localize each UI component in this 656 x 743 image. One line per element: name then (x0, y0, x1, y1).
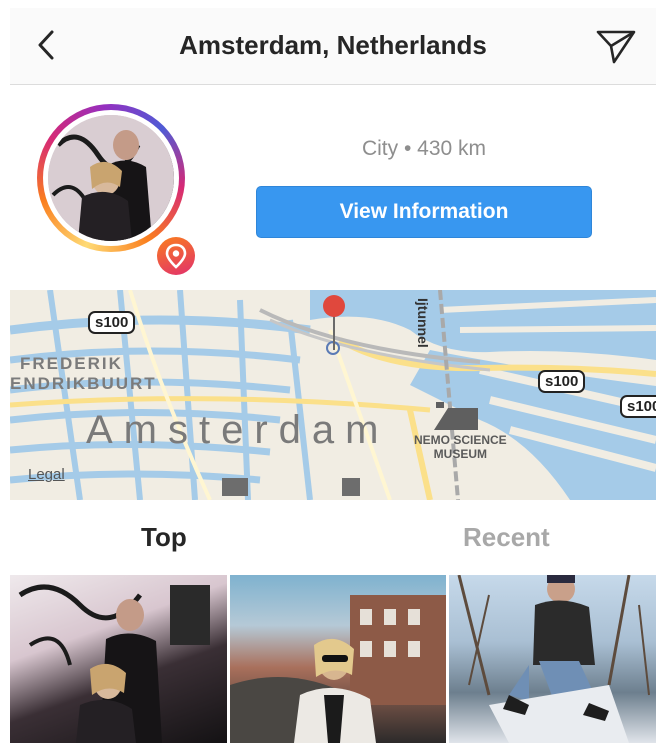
location-pin-icon (165, 243, 187, 269)
district-label: ENDRIKBUURT (10, 374, 157, 393)
location-meta: City • 430 km (361, 137, 487, 160)
post-thumbnail[interactable] (449, 575, 656, 743)
legal-link[interactable]: Legal (28, 466, 65, 483)
share-button[interactable] (594, 26, 638, 66)
story-ring[interactable] (37, 104, 198, 278)
city-map-label: Amsterdam (86, 408, 390, 452)
post-grid (10, 575, 656, 743)
tab-recent[interactable]: Recent (463, 522, 550, 553)
district-label: FREDERIK (20, 354, 123, 373)
road-shield: s100 (88, 311, 136, 334)
page-title: Amsterdam, Netherlands (179, 30, 487, 60)
post-image (457, 575, 650, 743)
tunnel-label: Ijtunnel (415, 298, 431, 348)
avatar-photo-image (48, 115, 174, 241)
post-thumbnail[interactable] (230, 575, 446, 743)
header-bar: Amsterdam, Netherlands (10, 8, 656, 85)
location-badge (154, 234, 198, 278)
location-profile: City • 430 km View Information (10, 85, 656, 290)
road-shield: s100 (620, 395, 656, 418)
road-shield: s100 (538, 370, 586, 393)
view-information-button[interactable]: View Information (256, 186, 592, 238)
paper-plane-icon (596, 30, 636, 64)
avatar (48, 115, 174, 241)
post-tabs: Top Recent (10, 500, 656, 575)
post-thumbnail[interactable] (10, 575, 227, 743)
post-image (18, 584, 210, 743)
tab-top[interactable]: Top (141, 522, 187, 553)
museum-label: NEMO SCIENCE MUSEUM (414, 433, 507, 461)
location-map[interactable]: FREDERIK ENDRIKBUURT Amsterdam Ijtunnel … (10, 290, 656, 500)
post-image (230, 595, 446, 743)
